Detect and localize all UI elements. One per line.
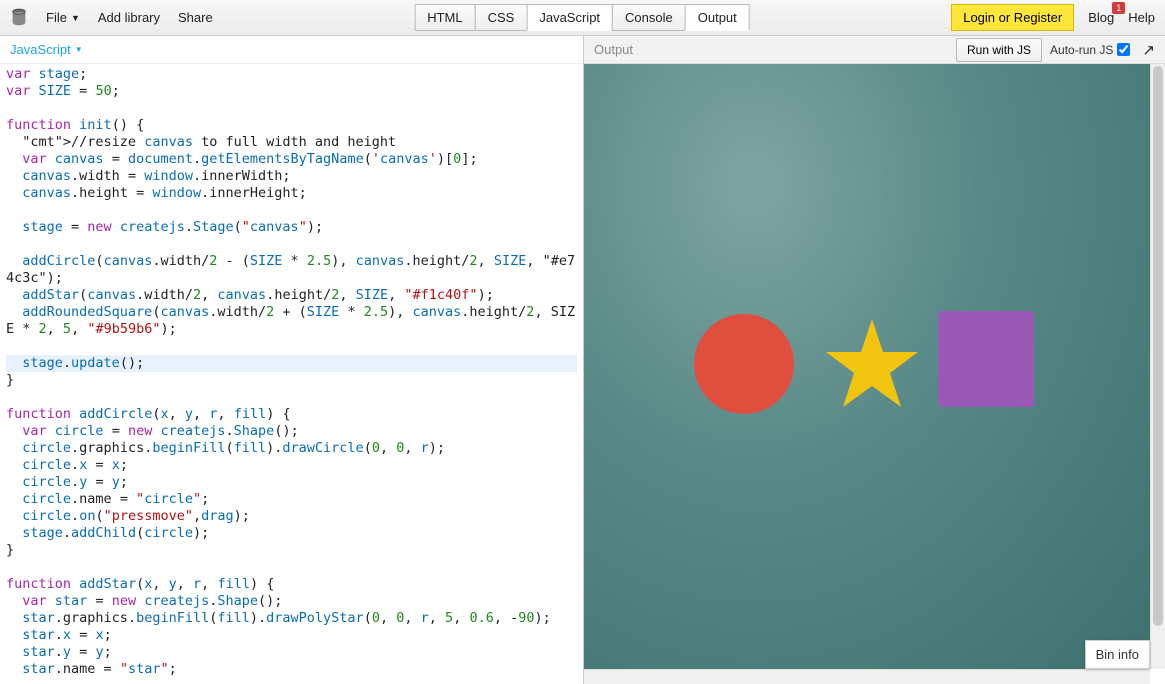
editor-pane: JavaScript ▼ var stage; var SIZE = 50; f… [0, 36, 584, 684]
shape-square[interactable] [938, 311, 1034, 407]
autorun-checkbox[interactable] [1117, 43, 1130, 56]
file-menu-label: File [46, 10, 67, 25]
shape-circle[interactable] [694, 314, 794, 414]
tab-output[interactable]: Output [685, 4, 750, 31]
run-with-js-button[interactable]: Run with JS [956, 38, 1042, 62]
blog-badge: 1 [1112, 2, 1125, 14]
topbar-left: File ▼ Add library Share [10, 8, 213, 28]
editor-language-label: JavaScript [10, 42, 71, 57]
autorun-label: Auto-run JS [1050, 43, 1113, 57]
topbar-right: Login or Register Blog 1 Help [951, 4, 1155, 31]
expand-icon[interactable]: ↗ [1142, 41, 1155, 59]
caret-down-icon: ▼ [75, 45, 83, 54]
scrollbar-thumb[interactable] [1153, 66, 1163, 626]
blog-label: Blog [1088, 10, 1114, 25]
jsbin-logo-icon[interactable] [10, 8, 28, 28]
output-pane: Output Run with JS Auto-run JS ↗ Bin inf… [584, 36, 1165, 684]
file-menu[interactable]: File ▼ [46, 10, 80, 25]
tab-javascript[interactable]: JavaScript [526, 4, 613, 31]
code-editor[interactable]: var stage; var SIZE = 50; function init(… [0, 64, 583, 684]
tab-html[interactable]: HTML [414, 4, 475, 31]
shape-star[interactable] [822, 314, 922, 414]
output-title: Output [594, 42, 948, 57]
add-library-link[interactable]: Add library [98, 10, 160, 25]
help-link[interactable]: Help [1128, 10, 1155, 25]
horizontal-scrollbar[interactable] [584, 669, 1150, 684]
tab-console[interactable]: Console [612, 4, 686, 31]
tab-css[interactable]: CSS [475, 4, 528, 31]
autorun-toggle[interactable]: Auto-run JS [1050, 43, 1130, 57]
output-body: Bin info [584, 64, 1165, 684]
output-header: Output Run with JS Auto-run JS ↗ [584, 36, 1165, 64]
output-canvas[interactable] [584, 64, 1150, 669]
login-register-button[interactable]: Login or Register [951, 4, 1074, 31]
bin-info-tooltip[interactable]: Bin info [1085, 640, 1150, 669]
panel-tabs: HTML CSS JavaScript Console Output [415, 4, 750, 31]
topbar: File ▼ Add library Share HTML CSS JavaSc… [0, 0, 1165, 36]
share-link[interactable]: Share [178, 10, 213, 25]
workspace: JavaScript ▼ var stage; var SIZE = 50; f… [0, 36, 1165, 684]
blog-link[interactable]: Blog 1 [1088, 10, 1114, 25]
vertical-scrollbar[interactable] [1150, 64, 1165, 669]
caret-down-icon: ▼ [71, 13, 80, 23]
editor-language-dropdown[interactable]: JavaScript ▼ [0, 36, 583, 64]
